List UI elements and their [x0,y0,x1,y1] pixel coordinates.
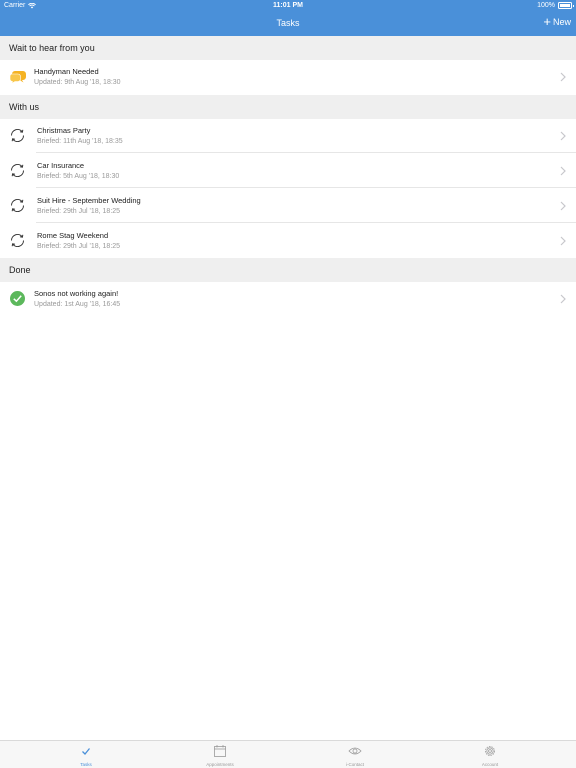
tab-label: Account [481,762,499,767]
sync-icon [10,128,25,143]
eye-icon [348,747,362,755]
chevron-right-icon [560,201,566,211]
check-circle-icon [10,291,25,306]
task-title: Christmas Party [37,126,91,135]
task-row[interactable]: Suit Hire - September Wedding Briefed: 2… [0,189,576,223]
task-row[interactable]: Handyman Needed Updated: 9th Aug '18, 18… [0,60,576,94]
task-title: Car Insurance [37,161,85,170]
task-title: Sonos not working again! [34,289,119,298]
sync-icon [10,233,25,248]
task-updated: Updated: 1st Aug '18, 16:45 [34,301,121,308]
chevron-right-icon [560,131,566,141]
task-row[interactable]: Rome Stag Weekend Briefed: 29th Jul '18,… [0,224,576,258]
task-updated: Updated: 9th Aug '18, 18:30 [34,79,121,86]
task-briefed: Briefed: 29th Jul '18, 18:25 [37,243,121,250]
task-briefed: Briefed: 11th Aug '18, 18:35 [37,138,123,145]
battery-label: 100% [537,2,555,9]
section-header-with-us: With us [0,95,576,119]
row-divider [36,222,576,223]
calendar-icon [214,745,226,757]
battery-indicator: 100% [537,2,574,9]
chevron-right-icon [560,236,566,246]
section-header-done: Done [0,258,576,282]
task-row[interactable]: Sonos not working again! Updated: 1st Au… [0,282,576,316]
sync-icon [10,198,25,213]
clock: 11:01 PM [273,2,303,9]
tab-bar: Tasks Appointments i-Contact Account [0,740,576,768]
section-header-waiting: Wait to hear from you [0,36,576,60]
chevron-right-icon [560,294,566,304]
task-row[interactable]: Christmas Party Briefed: 11th Aug '18, 1… [0,119,576,153]
task-title: Suit Hire - September Wedding [37,196,141,205]
gear-icon [485,746,495,756]
checkmark-icon [82,748,91,755]
chevron-right-icon [560,166,566,176]
task-briefed: Briefed: 5th Aug '18, 18:30 [37,173,120,180]
battery-icon [558,2,574,9]
row-divider [36,152,576,153]
sync-icon [10,163,25,178]
task-briefed: Briefed: 29th Jul '18, 18:25 [37,208,121,215]
row-divider [36,187,576,188]
tab-account[interactable]: Account [404,741,576,768]
chevron-right-icon [560,72,566,82]
task-title: Handyman Needed [34,67,99,76]
page-title: Tasks [276,18,300,28]
new-task-button[interactable]: + New [543,14,571,29]
status-bar: Carrier 11:01 PM 100% [0,0,576,12]
task-row[interactable]: Car Insurance Briefed: 5th Aug '18, 18:3… [0,154,576,188]
navigation-bar: Tasks + New [0,12,576,36]
plus-icon: + [543,14,551,29]
new-task-label: New [552,17,571,27]
chat-bubble-icon [9,71,26,85]
task-title: Rome Stag Weekend [37,231,109,240]
